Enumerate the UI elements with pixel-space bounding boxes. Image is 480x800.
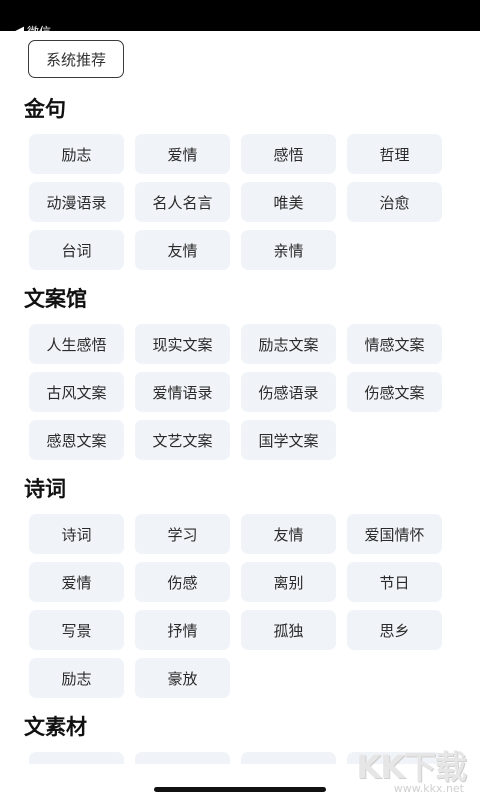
tag-item[interactable]: 国学文案 [241,420,336,460]
tag-item[interactable]: 抒情 [135,610,230,650]
tag-item[interactable]: 友情 [135,230,230,270]
tag-item[interactable]: 励志文案 [241,324,336,364]
tag-item[interactable]: 现实文案 [135,324,230,364]
tag-item[interactable]: 伤感文案 [347,372,442,412]
tag-item[interactable] [241,752,336,764]
tag-item[interactable]: 学习 [135,514,230,554]
tag-item[interactable]: 爱国情怀 [347,514,442,554]
tag-item[interactable]: 励志 [29,658,124,698]
tag-grid-wenanguan: 人生感悟 现实文案 励志文案 情感文案 古风文案 爱情语录 伤感语录 伤感文案 … [29,324,442,460]
tag-grid-shici: 诗词 学习 友情 爱国情怀 爱情 伤感 离别 节日 写景 抒情 孤独 思乡 励志… [29,514,442,698]
chevron-left-icon: ◀ [14,23,24,32]
tag-grid-jinju: 励志 爱情 感悟 哲理 动漫语录 名人名言 唯美 治愈 台词 友情 亲情 [29,134,442,270]
tag-item[interactable]: 亲情 [241,230,336,270]
back-label: 微信 [27,23,51,32]
section-title-wenanguan: 文案馆 [24,287,87,311]
tag-item[interactable]: 治愈 [347,182,442,222]
tag-item[interactable]: 感悟 [241,134,336,174]
tag-item[interactable]: 节日 [347,562,442,602]
tag-item[interactable] [29,752,124,764]
tag-item[interactable]: 动漫语录 [29,182,124,222]
section-title-shici: 诗词 [24,477,66,501]
tag-item[interactable]: 文艺文案 [135,420,230,460]
watermark-url: www.kkx.net [393,782,464,795]
tag-item[interactable]: 情感文案 [347,324,442,364]
tag-item[interactable]: 哲理 [347,134,442,174]
tag-item[interactable]: 名人名言 [135,182,230,222]
tag-item[interactable]: 思乡 [347,610,442,650]
tag-item[interactable]: 爱情语录 [135,372,230,412]
tag-item[interactable]: 孤独 [241,610,336,650]
home-indicator[interactable] [154,787,326,792]
tag-item[interactable]: 台词 [29,230,124,270]
tag-item[interactable]: 离别 [241,562,336,602]
watermark-logo: KK下载 www.kkx.net [354,742,474,798]
tag-item[interactable] [135,752,230,764]
tag-item[interactable]: 爱情 [29,562,124,602]
tag-item[interactable]: 励志 [29,134,124,174]
tag-item[interactable]: 唯美 [241,182,336,222]
back-button[interactable]: ◀ 微信 [14,23,51,32]
tag-item[interactable]: 古风文案 [29,372,124,412]
tag-item[interactable]: 感恩文案 [29,420,124,460]
tag-item[interactable]: 诗词 [29,514,124,554]
tag-item[interactable]: 豪放 [135,658,230,698]
tag-item[interactable]: 写景 [29,610,124,650]
section-title-jinju: 金句 [24,97,66,121]
section-title-wensucai: 文素材 [24,715,87,739]
tag-item[interactable]: 爱情 [135,134,230,174]
tag-item[interactable]: 伤感 [135,562,230,602]
tag-item[interactable]: 友情 [241,514,336,554]
system-recommend-button[interactable]: 系统推荐 [28,40,124,78]
tag-item[interactable]: 人生感悟 [29,324,124,364]
tag-item[interactable]: 伤感语录 [241,372,336,412]
status-bar: ◀ 微信 [0,0,480,31]
